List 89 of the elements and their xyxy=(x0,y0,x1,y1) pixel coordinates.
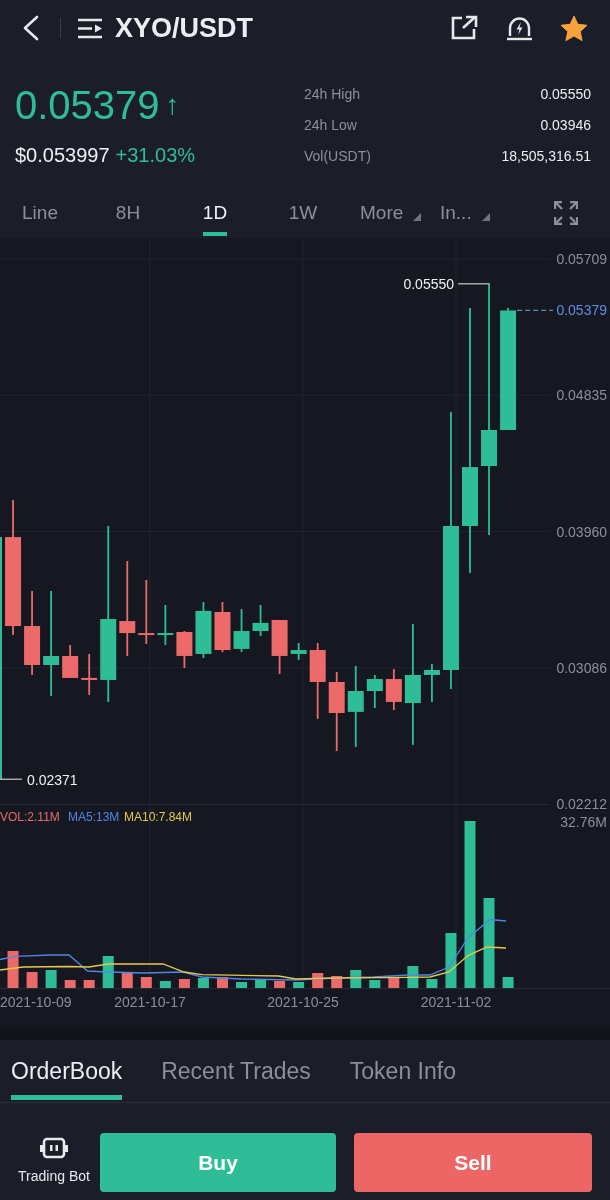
volume-bar xyxy=(312,973,324,988)
leader-line xyxy=(0,778,23,780)
volume-bar xyxy=(388,978,400,988)
rising-candlestick xyxy=(252,605,269,636)
volume-bar xyxy=(217,977,228,988)
volume-bar xyxy=(26,972,38,988)
legend-label: MA5:13M xyxy=(68,810,120,824)
volume-bar xyxy=(64,980,76,988)
interval-tab[interactable]: Line xyxy=(0,188,80,238)
volume-bar xyxy=(83,980,95,988)
interval-tab[interactable]: 1W xyxy=(254,188,352,238)
legend-label: VOL:2.11M xyxy=(0,810,60,824)
high-price-label: 0.05550 xyxy=(403,276,455,293)
rising-candlestick xyxy=(290,643,307,660)
corner-triangle-icon xyxy=(413,213,422,221)
back-icon[interactable] xyxy=(22,15,40,41)
stat-label: 24h High xyxy=(304,85,361,104)
stat-label: 24h Low xyxy=(304,116,357,135)
stat-value: 0.03946 xyxy=(540,116,591,135)
price-axis-label: 0.04835 xyxy=(556,387,607,404)
volume-bar xyxy=(293,982,305,988)
volume-bar xyxy=(426,979,438,988)
fiat-price: $0.053997 xyxy=(15,143,110,167)
volume-bar xyxy=(178,979,190,988)
volume-bar xyxy=(140,977,152,988)
star-icon[interactable] xyxy=(560,14,588,42)
volume-bar xyxy=(274,981,286,988)
date-label: 2021-10-25 xyxy=(267,994,339,1010)
date-label: 2021-11-02 xyxy=(420,994,492,1010)
volume-bar xyxy=(502,977,514,988)
falling-candlestick xyxy=(176,631,193,668)
volume-bar xyxy=(350,970,362,988)
stat-label: Vol(USDT) xyxy=(304,147,371,166)
price-axis-label: 0.03960 xyxy=(556,523,607,540)
price-change: +31.03% xyxy=(115,143,196,167)
low-price-label: 0.02371 xyxy=(27,771,78,788)
volume-bar xyxy=(197,978,209,988)
volume-bar xyxy=(236,982,247,988)
pair-title: XYO/USDT xyxy=(115,14,254,42)
stat-value: 18,505,316.51 xyxy=(501,147,591,166)
date-label: 2021-10-09 xyxy=(0,994,72,1010)
rising-candlestick xyxy=(233,609,250,653)
volume-bar xyxy=(102,956,114,988)
falling-candlestick xyxy=(81,653,98,695)
rising-candlestick xyxy=(195,602,212,658)
panel-tab[interactable]: OrderBook xyxy=(11,1040,123,1102)
falling-candlestick xyxy=(62,645,79,678)
legend-label: MA10:7.84M xyxy=(124,810,193,824)
price-axis-label: 0.02212 xyxy=(556,796,607,812)
panel-tab[interactable]: Token Info xyxy=(349,1040,456,1102)
price-axis-label: 0.03086 xyxy=(556,659,607,676)
corner-triangle-icon xyxy=(481,213,490,221)
volume-axis-label: 32.76M xyxy=(560,814,607,830)
interval-tab[interactable]: 1D xyxy=(176,188,254,238)
volume-bar xyxy=(369,980,381,988)
dropdown-tab[interactable]: In... xyxy=(432,188,520,238)
sell-button[interactable]: Sell xyxy=(354,1133,592,1192)
share-icon[interactable] xyxy=(450,15,478,41)
volume-bar xyxy=(121,972,133,988)
last-price: 0.05379 xyxy=(15,84,160,126)
bell-icon[interactable] xyxy=(506,15,533,41)
last-price-label: 0.05379 xyxy=(556,302,607,319)
fullscreen-icon[interactable] xyxy=(554,201,578,225)
falling-candlestick xyxy=(138,579,155,644)
trend-arrow: ↑ xyxy=(165,91,180,119)
menu-icon[interactable] xyxy=(78,17,102,39)
volume-bar xyxy=(331,976,343,988)
falling-candlestick xyxy=(271,619,288,675)
dropdown-tab[interactable]: More xyxy=(352,188,432,238)
rising-candlestick xyxy=(157,605,174,646)
falling-candlestick xyxy=(214,602,231,653)
date-label: 2021-10-17 xyxy=(114,994,186,1010)
volume-bar xyxy=(159,981,171,988)
stat-value: 0.05550 xyxy=(540,85,591,104)
interval-tab[interactable]: 8H xyxy=(80,188,176,238)
panel-tab[interactable]: Recent Trades xyxy=(161,1040,311,1102)
leader-line xyxy=(457,283,491,285)
volume-bar xyxy=(7,951,19,988)
price-axis-label: 0.05709 xyxy=(556,251,607,268)
rising-candlestick xyxy=(366,674,383,708)
volume-bar xyxy=(45,970,57,988)
volume-bar xyxy=(445,933,457,988)
trading-bot-button[interactable]: Trading Bot xyxy=(10,1103,98,1185)
volume-bar xyxy=(255,979,267,988)
last-price-line xyxy=(516,309,554,312)
rising-candlestick xyxy=(423,664,440,702)
volume-bar xyxy=(407,966,419,988)
falling-candlestick xyxy=(385,669,402,711)
robot-icon xyxy=(40,1137,68,1159)
